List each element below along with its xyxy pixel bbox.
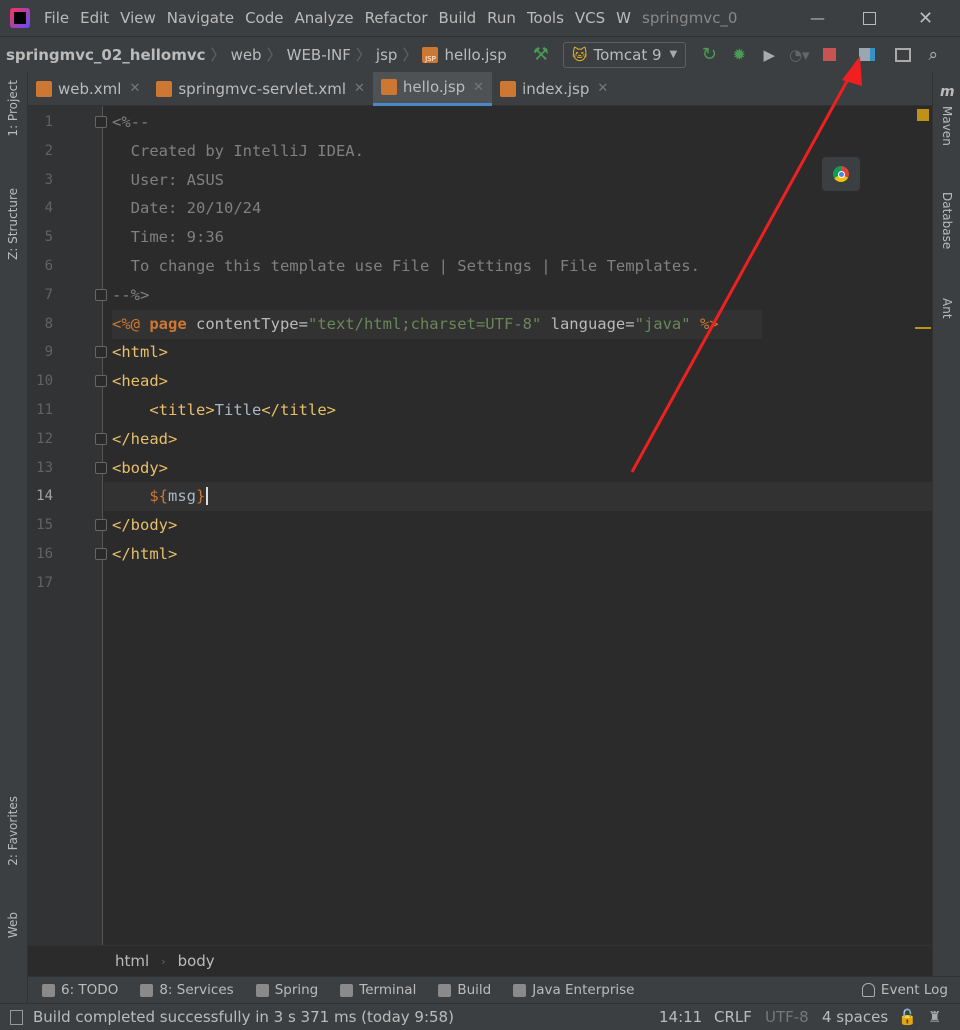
arrow-shaft: [630, 71, 854, 473]
arrow-head: [842, 56, 862, 86]
annotation-arrow: [630, 56, 862, 473]
